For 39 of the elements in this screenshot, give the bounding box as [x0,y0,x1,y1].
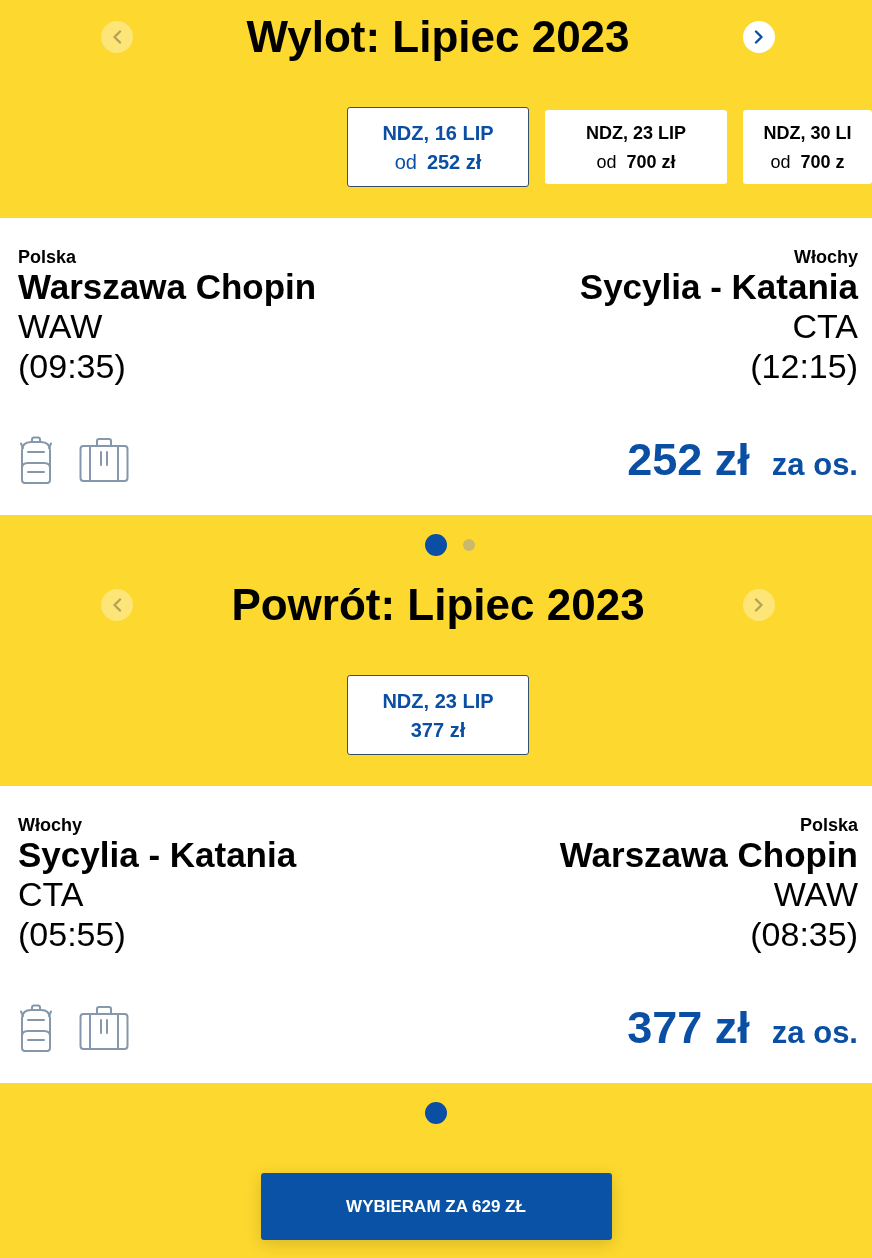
suitcase-icon [79,437,129,483]
country-label: Włochy [18,814,82,836]
airport-name: Warszawa Chopin [18,268,317,306]
flight-time: (08:35) [750,914,858,954]
backpack-icon [18,435,54,485]
pager-dot[interactable] [425,1102,447,1124]
airport-name: Warszawa Chopin [559,836,858,874]
suitcase-icon [79,1005,129,1051]
backpack-icon [18,1003,54,1053]
airport-code: WAW [773,874,858,914]
country-label: Polska [799,814,858,836]
date-chip[interactable]: NDZ, 23 LIP 377 zł [347,675,529,755]
price-amount: 377 zł [627,1002,750,1054]
pager-dot[interactable] [463,539,475,551]
airport-code: CTA [792,306,858,346]
price-amount: 252 zł [627,434,750,486]
flight-time: (09:35) [18,346,126,386]
pager-dot[interactable] [425,534,447,556]
airport-name: Sycylia - Katania [579,268,858,306]
country-label: Włochy [794,246,858,268]
price-unit: za os. [771,1015,858,1051]
country-label: Polska [18,246,77,268]
chevron-left-icon [112,598,122,612]
airport-code: CTA [18,874,84,914]
price-unit: za os. [771,447,858,483]
date-chip[interactable]: NDZ, 30 LI od 700 z [743,110,872,184]
section-title: Powrót: Lipiec 2023 [231,580,645,630]
airport-code: WAW [18,306,103,346]
chevron-right-icon [754,30,764,44]
section-title: Wylot: Lipiec 2023 [246,12,630,62]
date-chip[interactable]: NDZ, 23 LIP od 700 zł [545,110,727,184]
chevron-left-icon [112,30,122,44]
flight-time: (12:15) [750,346,858,386]
select-button[interactable]: WYBIERAM ZA 629 ZŁ [260,1173,612,1240]
date-chip[interactable]: NDZ, 16 LIP od 252 zł [347,107,529,187]
airport-name: Sycylia - Katania [18,836,297,874]
next-month-button[interactable] [743,21,775,53]
chevron-right-icon [754,598,764,612]
flight-time: (05:55) [18,914,126,954]
